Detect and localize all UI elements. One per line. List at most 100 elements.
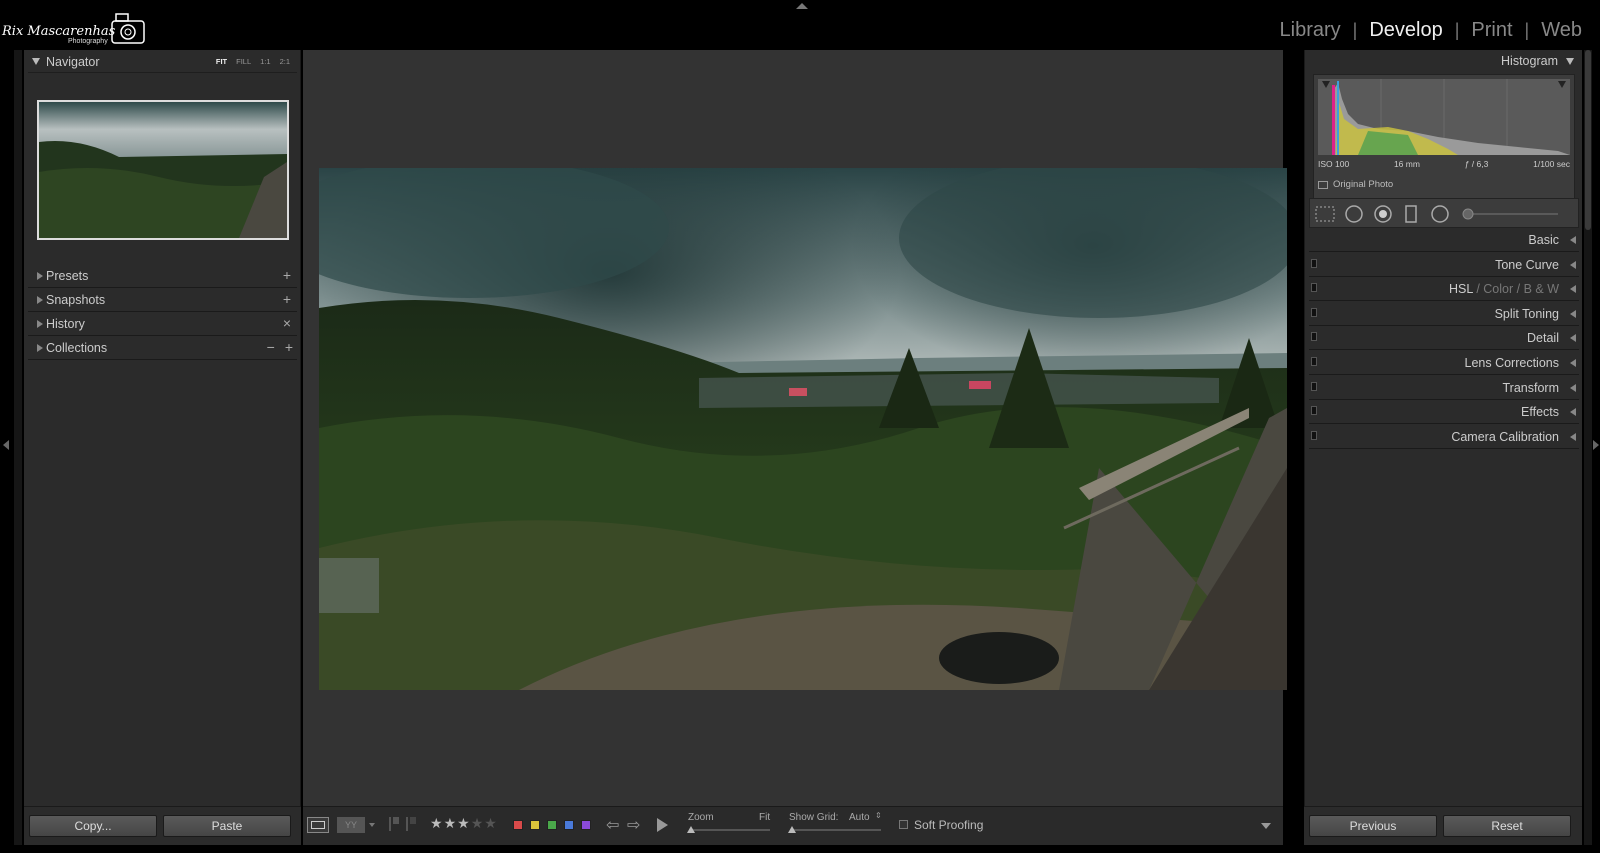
basic-label: Basic [1528, 233, 1559, 247]
show-grid-label: Show Grid: [789, 812, 839, 823]
section-lens-corrections[interactable]: Lens Corrections [1309, 351, 1579, 375]
star-icon[interactable]: ★ [430, 815, 443, 832]
module-library[interactable]: Library [1278, 19, 1343, 42]
collapse-right-panel-icon[interactable] [1593, 440, 1599, 450]
right-panel-scrollbar[interactable] [1584, 50, 1592, 845]
previous-button[interactable]: Previous [1309, 815, 1437, 837]
original-photo-checkbox[interactable] [1318, 180, 1328, 189]
collapsed-triangle-icon [37, 320, 43, 328]
color-labels [513, 820, 591, 830]
zoom-1-1-option[interactable]: 1:1 [260, 57, 270, 66]
section-toggle-switch[interactable] [1311, 430, 1317, 440]
bw-tab[interactable]: B & W [1524, 282, 1559, 296]
aperture-value: ƒ / 6,3 [1464, 159, 1489, 169]
navigator-zoom-options: FIT FILL 1:1 2:1 [216, 57, 290, 66]
paste-settings-button[interactable]: Paste [163, 815, 291, 837]
next-arrow-icon[interactable]: ⇨ [627, 815, 640, 835]
section-toggle-switch[interactable] [1311, 283, 1317, 293]
scrollbar-thumb[interactable] [1585, 50, 1591, 230]
star-icon[interactable]: ★ [444, 815, 457, 832]
section-toggle-switch[interactable] [1311, 406, 1317, 416]
star-icon[interactable]: ★ [484, 815, 497, 832]
hsl-tab[interactable]: HSL [1449, 282, 1473, 296]
zoom-fit-option[interactable]: FIT [216, 57, 227, 66]
tone-curve-label: Tone Curve [1495, 257, 1559, 272]
section-detail[interactable]: Detail [1309, 326, 1579, 351]
toolbar-menu-chevron-icon[interactable] [1261, 823, 1271, 829]
zoom-fill-option[interactable]: FILL [236, 57, 251, 66]
expand-triangle-icon [1566, 57, 1574, 65]
collections-section[interactable]: Collections − + [28, 336, 297, 360]
section-effects[interactable]: Effects [1309, 400, 1579, 425]
collections-label: Collections [46, 341, 108, 355]
color-label-swatch[interactable] [547, 820, 557, 830]
color-label-swatch[interactable] [530, 820, 540, 830]
module-print[interactable]: Print [1469, 19, 1514, 42]
hsl-tabs: HSL / Color / B & W [1449, 282, 1559, 296]
star-rating[interactable]: ★ ★ ★ ★ ★ [430, 815, 497, 832]
soft-proofing-checkbox[interactable] [899, 820, 908, 829]
add-preset-icon[interactable]: + [283, 267, 291, 283]
navigator-header[interactable]: Navigator FIT FILL 1:1 2:1 [24, 50, 300, 74]
navigator-thumbnail[interactable] [37, 100, 289, 240]
add-snapshot-icon[interactable]: + [283, 291, 291, 307]
show-grid-value[interactable]: Auto [849, 812, 870, 823]
reject-flag-icon[interactable] [406, 817, 416, 831]
right-panel-footer: Previous Reset [1304, 806, 1582, 845]
top-bar: Rix Mascarenhas Photography Library | De… [0, 0, 1600, 47]
module-web[interactable]: Web [1539, 19, 1584, 42]
zoom-slider[interactable] [687, 826, 770, 833]
snapshots-section[interactable]: Snapshots + [28, 288, 297, 312]
section-transform[interactable]: Transform [1309, 376, 1579, 400]
collapsed-triangle-icon [37, 344, 43, 352]
soft-proofing-label: Soft Proofing [914, 818, 984, 832]
detail-label: Detail [1527, 331, 1559, 346]
color-label-swatch[interactable] [581, 820, 591, 830]
grid-slider-handle[interactable] [788, 826, 796, 833]
collapse-top-panel-icon[interactable] [796, 3, 808, 9]
histogram-graph[interactable] [1318, 79, 1570, 155]
show-grid-stepper-icon[interactable]: ⇕ [875, 811, 882, 820]
section-toggle-switch[interactable] [1311, 332, 1317, 342]
left-panel-scrollbar[interactable] [14, 50, 22, 845]
grid-slider[interactable] [788, 826, 881, 833]
reset-button[interactable]: Reset [1443, 815, 1571, 837]
section-toggle-switch[interactable] [1311, 258, 1317, 268]
section-toggle-switch[interactable] [1311, 381, 1317, 391]
section-basic[interactable]: Basic [1309, 228, 1579, 252]
flag-icon[interactable] [389, 817, 399, 831]
section-hsl[interactable]: HSL / Color / B & W [1309, 277, 1579, 302]
section-toggle-switch[interactable] [1311, 307, 1317, 317]
section-camera-calibration[interactable]: Camera Calibration [1309, 425, 1579, 449]
histogram-header[interactable]: Histogram [1501, 54, 1574, 68]
loupe-view-button[interactable] [307, 817, 329, 833]
before-after-view-button[interactable]: YY [337, 817, 365, 833]
section-split-toning[interactable]: Split Toning [1309, 302, 1579, 326]
camera-icon [111, 13, 145, 44]
color-label-swatch[interactable] [513, 820, 523, 830]
zoom-2-1-option[interactable]: 2:1 [280, 57, 290, 66]
remove-collection-icon[interactable]: − [267, 339, 275, 355]
collapse-left-panel-icon[interactable] [3, 440, 9, 450]
section-toggle-switch[interactable] [1311, 357, 1317, 366]
identity-plate: Rix Mascarenhas Photography [2, 10, 152, 48]
add-collection-icon[interactable]: + [285, 339, 293, 355]
copy-settings-button[interactable]: Copy... [29, 815, 157, 837]
color-tab[interactable]: Color [1483, 282, 1513, 296]
module-separator: | [1524, 20, 1530, 40]
main-photo[interactable] [319, 168, 1287, 690]
presets-section[interactable]: Presets + [28, 264, 297, 288]
play-icon[interactable] [657, 818, 668, 832]
section-tone-curve[interactable]: Tone Curve [1309, 253, 1579, 277]
clear-history-icon[interactable]: × [283, 315, 291, 331]
collapsed-triangle-icon [1570, 236, 1576, 244]
previous-arrow-icon[interactable]: ⇦ [606, 815, 619, 835]
history-section[interactable]: History × [28, 312, 297, 336]
original-photo-toggle[interactable]: Original Photo [1318, 179, 1393, 190]
zoom-slider-handle[interactable] [687, 826, 695, 833]
module-develop[interactable]: Develop [1367, 19, 1444, 42]
color-label-swatch[interactable] [564, 820, 574, 830]
star-icon[interactable]: ★ [471, 815, 484, 832]
star-icon[interactable]: ★ [457, 815, 470, 832]
chevron-down-icon[interactable] [369, 823, 375, 827]
